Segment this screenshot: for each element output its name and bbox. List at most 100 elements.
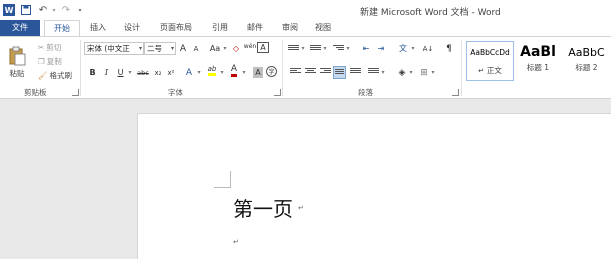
strikethrough-button[interactable]: abc (136, 67, 150, 78)
asian-layout-icon[interactable]: 文 (396, 43, 410, 54)
align-center-icon[interactable] (305, 68, 316, 77)
highlight-label: ab (207, 65, 217, 76)
increase-indent-icon[interactable]: ⇥ (375, 43, 387, 54)
chevron-down-icon[interactable]: ▾ (345, 43, 351, 54)
tab-layout[interactable]: 页面布局 (158, 20, 194, 36)
style-heading2-sample: AaBbC (568, 46, 605, 59)
paragraph-group-label: 段落 (358, 88, 373, 97)
tab-view[interactable]: 视图 (313, 20, 333, 36)
clear-format-icon[interactable]: ◇ (232, 43, 240, 54)
align-left-icon[interactable] (290, 68, 301, 77)
cut-label: 剪切 (46, 42, 62, 52)
document-heading[interactable]: 第一页 (233, 193, 293, 222)
subscript-button[interactable]: x₂ (153, 67, 163, 78)
paragraph-mark-icon: ↵ (233, 238, 239, 246)
chevron-down-icon[interactable]: ▾ (219, 67, 225, 78)
tab-design[interactable]: 设计 (122, 20, 142, 36)
chevron-down-icon[interactable]: ▾ (300, 43, 306, 54)
chevron-down-icon[interactable]: ▾ (196, 67, 202, 78)
superscript-button[interactable]: x² (166, 67, 176, 78)
undo-icon[interactable]: ↶ (36, 4, 50, 16)
document-area: 第一页 ↵ ↵ (0, 99, 611, 259)
clipboard-launcher-icon[interactable] (72, 89, 79, 96)
font-size-select[interactable]: 二号 ▾ (144, 42, 176, 55)
sort-button[interactable]: A↓ (422, 43, 434, 54)
character-shading-button[interactable]: A (253, 67, 263, 78)
justify-icon[interactable] (333, 66, 346, 79)
chevron-down-icon: ▾ (138, 45, 142, 52)
ribbon-tabs: 文件 开始 插入 设计 页面布局 引用 邮件 审阅 视图 (0, 20, 611, 36)
redo-icon[interactable]: ↷ (60, 4, 72, 16)
style-normal[interactable]: AaBbCcDd ↵ 正文 (466, 41, 514, 81)
chevron-down-icon[interactable]: ▾ (408, 67, 414, 78)
brush-icon: 🖌 (38, 70, 48, 80)
tab-references[interactable]: 引用 (210, 20, 230, 36)
decrease-indent-icon[interactable]: ⇤ (360, 43, 372, 54)
grow-font-button[interactable]: A (178, 43, 188, 54)
copy-icon: ❐ (38, 56, 45, 66)
group-divider (461, 40, 462, 96)
style-normal-sample: AaBbCcDd (470, 48, 510, 57)
bullets-icon[interactable] (288, 45, 299, 54)
tab-insert[interactable]: 插入 (88, 20, 108, 36)
chevron-down-icon[interactable]: ▾ (410, 43, 416, 54)
distributed-icon[interactable] (350, 68, 361, 77)
style-heading1-label: 标题 1 (526, 63, 550, 72)
document-page[interactable]: 第一页 ↵ ↵ (137, 113, 611, 259)
chevron-down-icon[interactable]: ▾ (430, 67, 436, 78)
style-normal-label: ↵ 正文 (478, 66, 502, 75)
enclose-characters-button[interactable]: 字 (266, 66, 277, 77)
format-painter-label: 格式刷 (49, 70, 73, 80)
save-icon[interactable] (20, 4, 32, 16)
font-launcher-icon[interactable] (274, 89, 281, 96)
highlight-button[interactable]: ab (206, 65, 218, 76)
style-heading1[interactable]: AaBl 标题 1 (514, 41, 562, 81)
font-color-button[interactable]: A (229, 64, 239, 77)
style-heading1-sample: AaBl (520, 44, 556, 60)
tab-review[interactable]: 审阅 (280, 20, 300, 36)
chevron-down-icon[interactable]: ▾ (322, 43, 328, 54)
margin-corner-mark (214, 171, 231, 188)
group-divider (80, 40, 81, 96)
cut-button[interactable]: ✂ 剪切 (38, 41, 61, 53)
shrink-font-button[interactable]: A (191, 43, 201, 54)
font-size-value: 二号 (147, 44, 162, 53)
undo-dropdown-icon[interactable]: ▾ (50, 4, 58, 16)
line-spacing-icon[interactable] (368, 68, 379, 77)
font-color-label: A (230, 64, 238, 77)
bold-button[interactable]: B (88, 67, 97, 78)
format-painter-button[interactable]: 🖌 格式刷 (38, 69, 72, 81)
change-case-button[interactable]: Aa (208, 43, 222, 54)
title-bar: W ↶ ▾ ↷ ▾ 新建 Microsoft Word 文档 - Word (0, 0, 611, 20)
paste-button[interactable]: 粘贴 (6, 41, 28, 83)
chevron-down-icon[interactable]: ▾ (222, 43, 228, 54)
chevron-down-icon[interactable]: ▾ (241, 67, 247, 78)
paste-label: 粘贴 (9, 68, 25, 78)
tab-mailings[interactable]: 邮件 (245, 20, 265, 36)
paragraph-launcher-icon[interactable] (452, 89, 459, 96)
numbering-icon[interactable] (310, 45, 321, 54)
chevron-down-icon: ▾ (170, 45, 174, 52)
chevron-down-icon[interactable]: ▾ (127, 67, 133, 78)
text-effect-button[interactable]: A (184, 67, 194, 78)
copy-label: 复制 (46, 56, 62, 66)
multilevel-list-icon[interactable] (333, 45, 344, 54)
style-heading2[interactable]: AaBbC 标题 2 (562, 41, 611, 81)
phonetic-guide-button[interactable]: wén (244, 41, 256, 52)
borders-icon[interactable]: ⊞ (418, 67, 430, 78)
copy-button[interactable]: ❐ 复制 (38, 55, 62, 67)
align-right-icon[interactable] (320, 68, 331, 77)
italic-button[interactable]: I (102, 67, 111, 78)
underline-button[interactable]: U (116, 67, 125, 78)
character-border-button[interactable]: A (257, 42, 269, 53)
customize-icon[interactable]: ▾ (76, 4, 84, 16)
chevron-down-icon[interactable]: ▾ (380, 67, 386, 78)
tab-file[interactable]: 文件 (0, 20, 40, 36)
show-marks-button[interactable]: ¶ (444, 43, 454, 54)
word-icon: W (3, 4, 15, 16)
tab-home[interactable]: 开始 (44, 20, 80, 36)
shading-icon[interactable]: ◈ (396, 67, 408, 78)
font-name-select[interactable]: 宋体 (中文正 ▾ (84, 42, 144, 55)
group-divider (282, 40, 283, 96)
font-name-value: 宋体 (中文正 (87, 44, 130, 53)
